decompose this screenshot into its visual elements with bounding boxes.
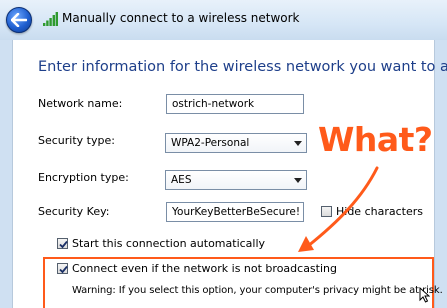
security-type-select[interactable]: WPA2-Personal: [165, 133, 307, 153]
encryption-type-select[interactable]: AES: [165, 170, 307, 190]
chevron-down-icon: [294, 141, 302, 146]
window-title: Manually connect to a wireless network: [62, 11, 300, 25]
mouse-pointer-icon: [419, 287, 430, 303]
page-heading: Enter information for the wireless netwo…: [38, 59, 447, 75]
back-button[interactable]: [6, 7, 32, 33]
encryption-type-value: AES: [171, 174, 192, 186]
privacy-warning-text: Warning: If you select this option, your…: [72, 285, 443, 296]
connect-not-broadcasting-checkbox[interactable]: [57, 263, 68, 274]
network-name-label: Network name:: [38, 97, 123, 110]
start-automatically-checkbox[interactable]: [57, 238, 68, 249]
hide-characters-label: Hide characters: [336, 205, 423, 218]
connect-not-broadcasting-label: Connect even if the network is not broad…: [72, 262, 337, 275]
title-bar: Manually connect to a wireless network: [0, 0, 447, 40]
encryption-type-label: Encryption type:: [38, 171, 129, 184]
network-name-input[interactable]: ostrich-network: [166, 94, 304, 114]
wireless-signal-icon: [43, 12, 58, 26]
hide-characters-checkbox[interactable]: [321, 206, 332, 217]
back-arrow-icon: [11, 13, 27, 27]
security-type-label: Security type:: [38, 134, 115, 147]
security-key-label: Security Key:: [38, 205, 110, 218]
checkmark-icon: [59, 240, 68, 249]
chevron-down-icon: [294, 178, 302, 183]
checkmark-icon: [59, 265, 68, 274]
start-automatically-label: Start this connection automatically: [72, 237, 266, 250]
annotation-what-text: What?: [318, 120, 433, 159]
security-key-input[interactable]: YourKeyBetterBeSecure!: [166, 202, 304, 222]
security-type-value: WPA2-Personal: [171, 137, 250, 149]
